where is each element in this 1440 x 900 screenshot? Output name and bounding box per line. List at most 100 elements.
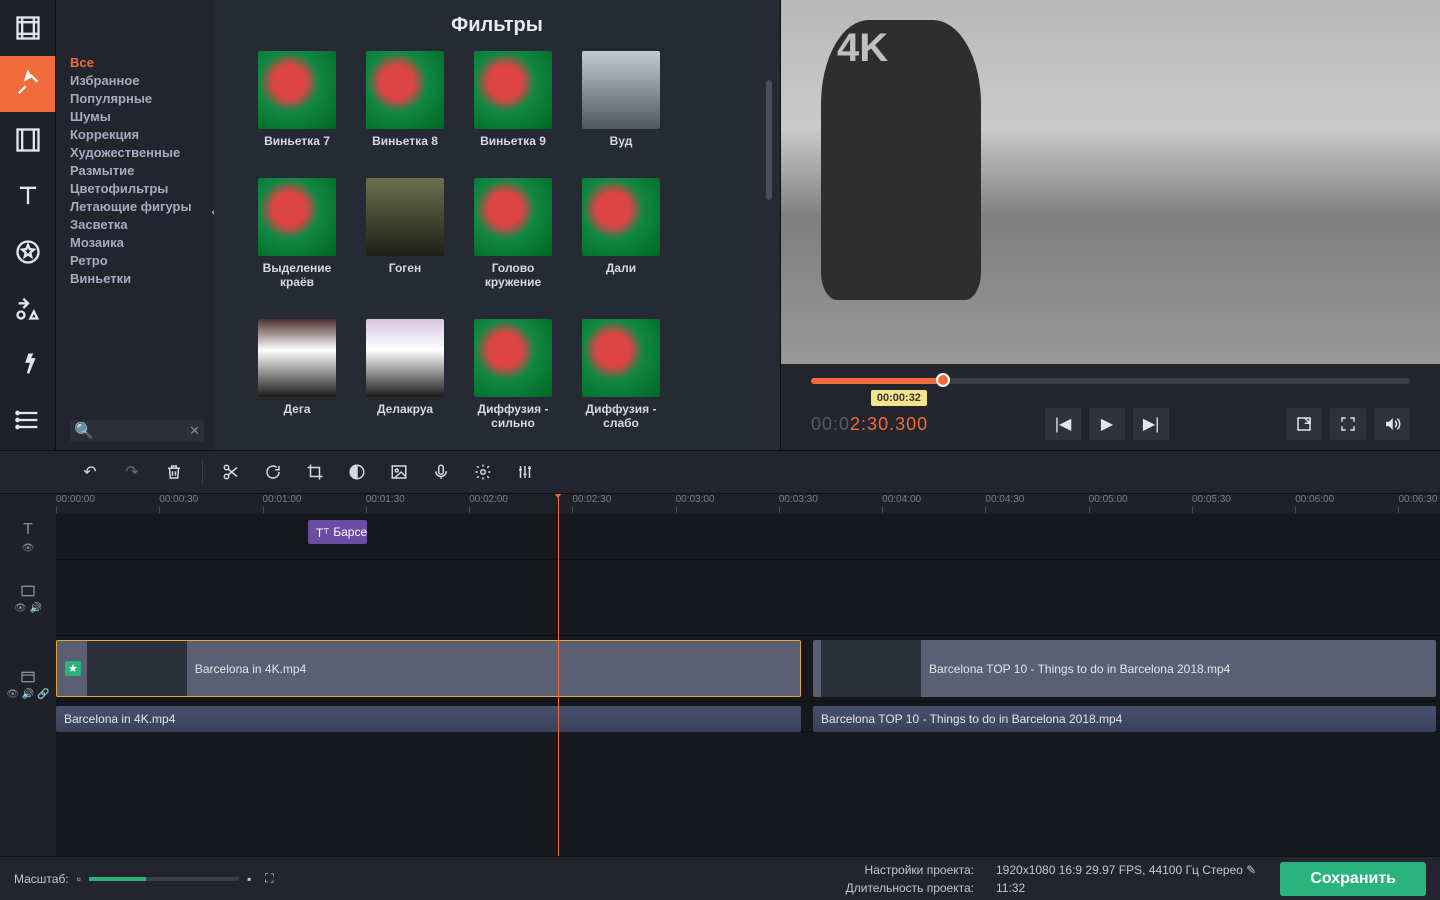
- filter-item[interactable]: Делакруа: [358, 319, 452, 430]
- ruler-tick: 00:01:30: [366, 494, 405, 513]
- audio-clip[interactable]: Barcelona in 4K.mp4: [56, 706, 801, 732]
- filter-thumb: [582, 51, 660, 129]
- category-item[interactable]: Размытие: [70, 162, 204, 180]
- transitions-tool[interactable]: [0, 112, 55, 168]
- filter-thumb: [474, 319, 552, 397]
- undo-button[interactable]: ↶: [72, 456, 108, 488]
- redo-button[interactable]: ↷: [114, 456, 150, 488]
- filter-item[interactable]: Диффузия - слабо: [574, 319, 668, 430]
- overlay-track[interactable]: [56, 560, 1440, 636]
- filter-scrollbar[interactable]: [766, 80, 772, 200]
- ruler-tick: 00:06:30: [1398, 494, 1437, 513]
- seek-bar[interactable]: 00:00:32: [811, 378, 1410, 384]
- timeline-toolbar: ↶ ↷: [0, 450, 1440, 494]
- fullscreen-button[interactable]: [1330, 408, 1366, 440]
- category-item[interactable]: Цветофильтры: [70, 180, 204, 198]
- project-settings-label: Настройки проекта:: [846, 863, 974, 877]
- video-track-header[interactable]: 👁 🔊 🔗: [0, 636, 56, 732]
- zoom-out-icon[interactable]: ▫: [77, 872, 81, 886]
- category-item[interactable]: Шумы: [70, 108, 204, 126]
- category-item[interactable]: Избранное: [70, 72, 204, 90]
- video-track[interactable]: ★Barcelona in 4K.mp4Barcelona TOP 10 - T…: [56, 636, 1440, 702]
- mic-button[interactable]: [423, 456, 459, 488]
- image-button[interactable]: [381, 456, 417, 488]
- ruler-tick: 00:02:00: [469, 494, 508, 513]
- filter-label: Виньетка 8: [372, 134, 438, 148]
- category-item[interactable]: Популярные: [70, 90, 204, 108]
- title-clip[interactable]: T⸆Барсе: [308, 520, 368, 544]
- filter-label: Виньетка 9: [480, 134, 546, 148]
- color-adjust-button[interactable]: [339, 456, 375, 488]
- filter-item[interactable]: Виньетка 9: [466, 51, 560, 148]
- media-tool[interactable]: [0, 0, 55, 56]
- filter-label: Голово кружение: [466, 261, 560, 289]
- volume-button[interactable]: [1374, 408, 1410, 440]
- filter-item[interactable]: Вуд: [574, 51, 668, 148]
- filter-item[interactable]: Виньетка 7: [250, 51, 344, 148]
- filter-label: Гоген: [389, 261, 421, 275]
- export-frame-button[interactable]: [1286, 408, 1322, 440]
- rotate-button[interactable]: [255, 456, 291, 488]
- audio-clip[interactable]: Barcelona TOP 10 - Things to do in Barce…: [813, 706, 1436, 732]
- preview-video[interactable]: 4K: [781, 0, 1440, 364]
- category-item[interactable]: Коррекция: [70, 126, 204, 144]
- ruler-tick: 00:00:00: [56, 494, 95, 513]
- video-clip[interactable]: ★Barcelona in 4K.mp4: [56, 640, 801, 697]
- stickers-tool[interactable]: [0, 224, 55, 280]
- video-clip[interactable]: Barcelona TOP 10 - Things to do in Barce…: [813, 640, 1436, 697]
- save-button[interactable]: Сохранить: [1280, 862, 1426, 896]
- zoom-slider[interactable]: [89, 877, 239, 881]
- zoom-fit-icon[interactable]: ⛶: [265, 871, 273, 886]
- filter-search[interactable]: 🔍 ✕: [70, 420, 204, 442]
- next-frame-button[interactable]: ▶|: [1133, 408, 1169, 440]
- project-duration-label: Длительность проекта:: [846, 881, 974, 895]
- category-item[interactable]: Художественные: [70, 144, 204, 162]
- filter-item[interactable]: Голово кружение: [466, 178, 560, 289]
- filter-thumb: [582, 178, 660, 256]
- more-tool[interactable]: [0, 392, 55, 448]
- edit-settings-icon[interactable]: ✎: [1246, 863, 1256, 877]
- filter-search-input[interactable]: [98, 424, 189, 438]
- category-item[interactable]: Мозаика: [70, 234, 204, 252]
- filter-item[interactable]: Гоген: [358, 178, 452, 289]
- equalizer-button[interactable]: [507, 456, 543, 488]
- category-item[interactable]: Летающие фигуры: [70, 198, 204, 216]
- filter-label: Выделение краёв: [250, 261, 344, 289]
- title-track[interactable]: T⸆Барсе: [56, 514, 1440, 560]
- title-track-header[interactable]: T👁: [0, 514, 56, 560]
- category-item[interactable]: Все: [70, 54, 204, 72]
- ruler-tick: 00:05:00: [1089, 494, 1128, 513]
- animation-tool[interactable]: [0, 336, 55, 392]
- titles-tool[interactable]: [0, 168, 55, 224]
- filter-label: Виньетка 7: [264, 134, 330, 148]
- filter-item[interactable]: Диффузия - сильно: [466, 319, 560, 430]
- prev-frame-button[interactable]: |◀: [1045, 408, 1081, 440]
- timecode-display: 00:02:30.300: [811, 414, 928, 435]
- split-button[interactable]: [213, 456, 249, 488]
- seek-handle[interactable]: [936, 373, 950, 387]
- zoom-in-icon[interactable]: ▪: [247, 872, 251, 886]
- play-button[interactable]: ▶: [1089, 408, 1125, 440]
- playhead[interactable]: [558, 494, 559, 856]
- category-item[interactable]: Виньетки: [70, 270, 204, 288]
- delete-button[interactable]: [156, 456, 192, 488]
- project-settings-value: 1920x1080 16:9 29.97 FPS, 44100 Гц Стере…: [996, 863, 1243, 877]
- audio-track[interactable]: Barcelona in 4K.mp4 Barcelona TOP 10 - Th…: [56, 702, 1440, 732]
- filter-item[interactable]: Дали: [574, 178, 668, 289]
- filter-thumb: [258, 51, 336, 129]
- category-item[interactable]: Ретро: [70, 252, 204, 270]
- category-item[interactable]: Засветка: [70, 216, 204, 234]
- filters-tool[interactable]: [0, 56, 55, 112]
- filter-thumb: [366, 178, 444, 256]
- crop-button[interactable]: [297, 456, 333, 488]
- filter-item[interactable]: Виньетка 8: [358, 51, 452, 148]
- settings-button[interactable]: [465, 456, 501, 488]
- filter-item[interactable]: Выделение краёв: [250, 178, 344, 289]
- panel-title: Фильтры: [234, 14, 760, 37]
- seek-tooltip: 00:00:32: [871, 390, 927, 406]
- timeline-ruler[interactable]: 00:00:0000:00:3000:01:0000:01:3000:02:00…: [56, 494, 1440, 514]
- clear-search-icon[interactable]: ✕: [189, 423, 200, 439]
- shapes-tool[interactable]: [0, 280, 55, 336]
- filter-item[interactable]: Дега: [250, 319, 344, 430]
- overlay-track-header[interactable]: 👁 🔊: [0, 560, 56, 636]
